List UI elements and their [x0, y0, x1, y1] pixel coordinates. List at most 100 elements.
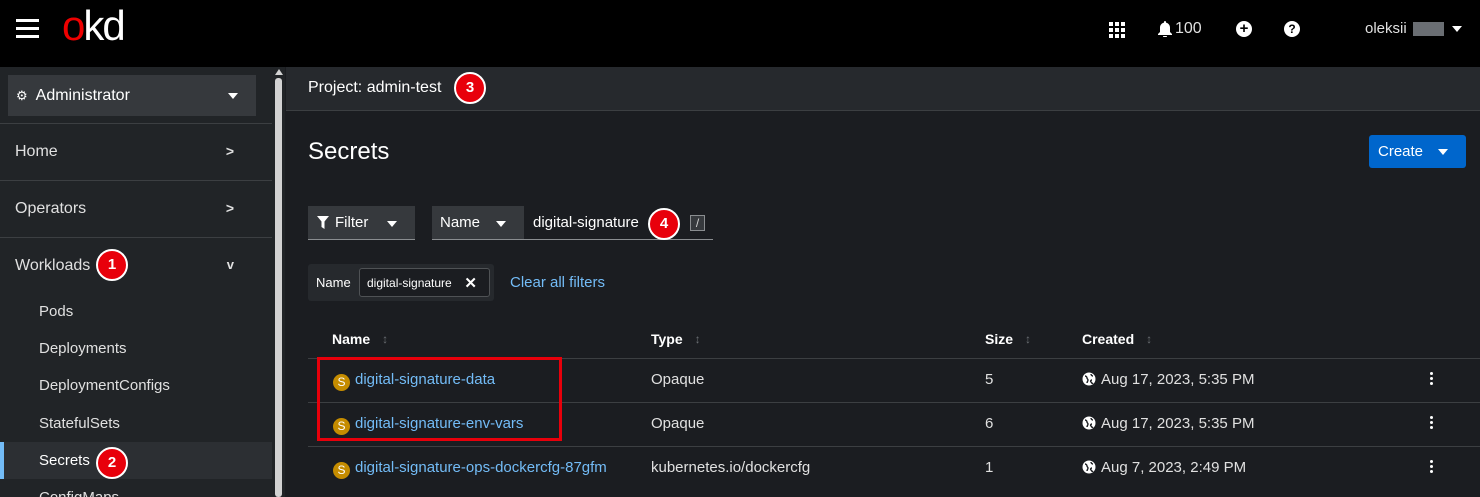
sidebar-section-label: Home — [15, 143, 58, 160]
created-cell: Aug 17, 2023, 5:35 PM — [1082, 371, 1254, 388]
sidebar-section-label: Workloads — [15, 257, 91, 274]
sidebar-section-label: Operators — [15, 200, 87, 217]
size-cell: 5 — [985, 371, 994, 388]
globe-icon — [1082, 460, 1096, 474]
sidebar-item-label: Deployments — [39, 340, 127, 357]
sidebar-item-pods[interactable]: Pods — [0, 293, 272, 330]
sidebar-scrollbar[interactable] — [274, 67, 283, 497]
annotation-badge-3: 3 — [454, 72, 486, 104]
annotation-badge-1: 1 — [96, 249, 128, 281]
size-cell: 1 — [985, 459, 994, 476]
sidebar-section-home[interactable]: Home > — [0, 123, 272, 180]
table-row: Sdigital-signature-ops-dockercfg-87gfm k… — [308, 446, 1480, 490]
project-selector[interactable]: Project: admin-test — [308, 79, 441, 97]
column-header-label: Created — [1082, 331, 1135, 347]
sort-icon: ↕ — [382, 332, 389, 346]
sidebar-item-label: Secrets — [39, 452, 90, 469]
kebab-menu-icon[interactable] — [1430, 372, 1434, 388]
brand-rest: kd — [83, 2, 125, 49]
brand-text: okd — [62, 2, 126, 49]
scroll-thumb[interactable] — [275, 78, 282, 497]
secret-name-link[interactable]: digital-signature-ops-dockercfg-87gfm — [355, 459, 607, 476]
notifications-button[interactable]: 100 — [1158, 20, 1202, 38]
page-title: Secrets — [308, 138, 390, 165]
column-header-label: Name — [332, 331, 371, 347]
size-cell: 6 — [985, 415, 994, 432]
sidebar-section-workloads[interactable]: Workloads v — [0, 237, 272, 294]
sidebar-item-label: StatefulSets — [39, 415, 120, 432]
clear-all-filters-link[interactable]: Clear all filters — [510, 274, 605, 291]
sidebar-item-label: Pods — [39, 303, 74, 320]
sort-icon: ↕ — [1146, 332, 1153, 346]
filter-chip: digital-signature ✕ — [359, 268, 490, 297]
annotation-badge-2: 2 — [96, 447, 128, 479]
sort-icon: ↕ — [1025, 332, 1032, 346]
chevron-right-icon: > — [225, 143, 234, 159]
column-header-label: Size — [985, 331, 1014, 347]
column-header-type[interactable]: Type ↕ — [651, 331, 701, 347]
chevron-down-icon — [496, 221, 506, 227]
sidebar-item-deploymentconfigs[interactable]: DeploymentConfigs — [0, 367, 272, 404]
sidebar-item-label: ConfigMaps — [39, 489, 119, 497]
globe-icon — [1082, 372, 1096, 386]
app-launcher-icon[interactable] — [1109, 22, 1125, 38]
chevron-down-icon — [387, 221, 397, 227]
close-icon[interactable]: ✕ — [464, 274, 477, 292]
scroll-up-icon[interactable] — [275, 69, 283, 75]
gears-icon: ⚙ — [16, 87, 28, 103]
chevron-down-icon — [1451, 25, 1462, 32]
sidebar-item-secrets[interactable]: Secrets — [0, 442, 272, 479]
column-header-label: Type — [651, 331, 683, 347]
okd-logo[interactable]: okd — [62, 5, 126, 47]
name-cell: Sdigital-signature-ops-dockercfg-87gfm — [333, 459, 607, 479]
filter-chip-group: Name digital-signature ✕ — [308, 264, 494, 301]
column-header-name[interactable]: Name ↕ — [332, 331, 388, 347]
notification-count: 100 — [1175, 20, 1202, 37]
filter-type-label: Name — [440, 214, 481, 231]
chip-group-label: Name — [316, 275, 351, 290]
sidebar-item-deployments[interactable]: Deployments — [0, 330, 272, 367]
created-date: Aug 17, 2023, 5:35 PM — [1101, 371, 1255, 388]
perspective-label: Administrator — [35, 86, 130, 104]
add-icon[interactable]: + — [1236, 21, 1252, 37]
sidebar-item-label: DeploymentConfigs — [39, 377, 170, 394]
filter-dropdown[interactable]: Filter — [308, 206, 415, 240]
globe-icon — [1082, 416, 1096, 430]
chip-text: digital-signature — [367, 275, 452, 290]
annotation-highlight-box — [317, 357, 562, 441]
kebab-menu-icon[interactable] — [1430, 416, 1434, 432]
chevron-down-icon — [228, 93, 238, 99]
sort-icon: ↕ — [694, 332, 701, 346]
chevron-down-icon — [1438, 149, 1448, 155]
created-cell: Aug 7, 2023, 2:49 PM — [1082, 459, 1246, 476]
chevron-right-icon: > — [225, 200, 234, 216]
column-header-size[interactable]: Size ↕ — [985, 331, 1031, 347]
shortcut-key-hint: / — [690, 215, 705, 231]
masthead: okd 100 + ? oleksii — [0, 0, 1480, 67]
create-label: Create — [1378, 143, 1424, 160]
filter-icon — [317, 216, 329, 229]
hamburger-menu-icon[interactable] — [16, 19, 39, 39]
annotation-badge-4: 4 — [648, 208, 680, 240]
perspective-switcher[interactable]: ⚙ Administrator — [8, 75, 256, 116]
column-header-created[interactable]: Created ↕ — [1082, 331, 1152, 347]
created-date: Aug 7, 2023, 2:49 PM — [1101, 459, 1247, 476]
kebab-menu-icon[interactable] — [1430, 460, 1434, 476]
create-button[interactable]: Create — [1369, 135, 1466, 168]
filter-type-dropdown[interactable]: Name — [432, 206, 524, 240]
search-input[interactable] — [524, 206, 713, 240]
filter-label: Filter — [335, 214, 369, 231]
created-cell: Aug 17, 2023, 5:35 PM — [1082, 415, 1254, 432]
created-date: Aug 17, 2023, 5:35 PM — [1101, 415, 1255, 432]
help-icon[interactable]: ? — [1284, 21, 1300, 37]
chevron-down-icon: v — [226, 257, 234, 272]
type-cell: kubernetes.io/dockercfg — [651, 459, 811, 476]
user-menu[interactable]: oleksii — [1365, 20, 1462, 37]
secret-badge-icon: S — [333, 462, 350, 479]
sidebar-item-statefulsets[interactable]: StatefulSets — [0, 405, 272, 442]
username: oleksii — [1365, 20, 1407, 37]
type-cell: Opaque — [651, 415, 705, 432]
redacted-name — [1412, 21, 1444, 36]
sidebar-section-operators[interactable]: Operators > — [0, 180, 272, 237]
sidebar-item-configmaps[interactable]: ConfigMaps — [0, 479, 272, 497]
